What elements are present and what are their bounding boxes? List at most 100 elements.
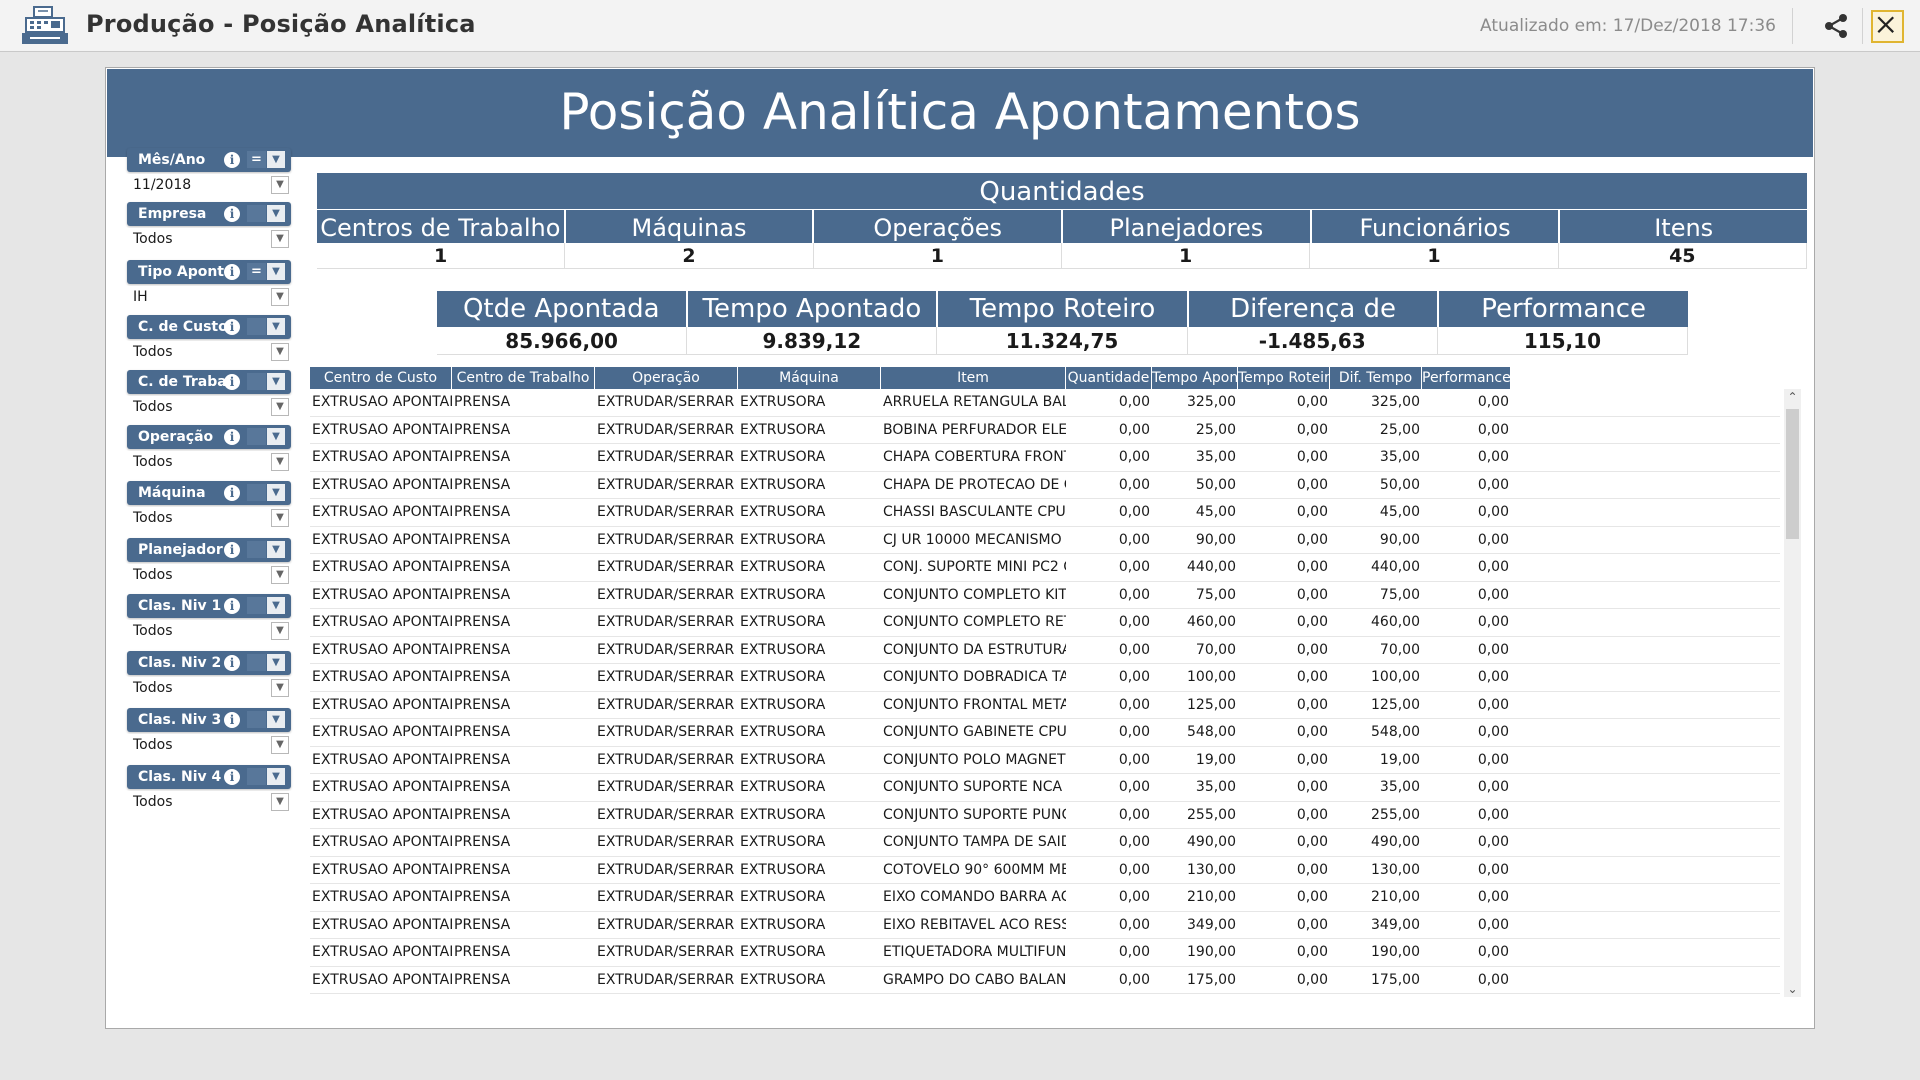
table-row[interactable]: EXTRUSAO APONTAMENTPRENSAEXTRUDAR/SERRAR…: [310, 939, 1780, 967]
table-row[interactable]: EXTRUSAO APONTAMENTPRENSAEXTRUDAR/SERRAR…: [310, 664, 1780, 692]
chevron-down-icon[interactable]: ▼: [267, 318, 285, 335]
column-header-operacao[interactable]: Operação: [595, 367, 738, 389]
chevron-down-icon[interactable]: ▼: [271, 622, 289, 640]
close-button[interactable]: [1871, 10, 1904, 43]
filter-select[interactable]: Todos ▼: [127, 564, 291, 586]
table-row[interactable]: EXTRUSAO APONTAMENTPRENSAEXTRUDAR/SERRAR…: [310, 527, 1780, 554]
column-header-maquina[interactable]: Máquina: [738, 367, 881, 389]
filter-operator-button[interactable]: [247, 597, 266, 614]
info-icon[interactable]: i: [224, 712, 240, 728]
column-header-centro-de-custo[interactable]: Centro de Custo: [310, 367, 452, 389]
table-row[interactable]: EXTRUSAO APONTAMENTPRENSAEXTRUDAR/SERRAR…: [310, 472, 1780, 499]
chevron-down-icon[interactable]: ▼: [271, 453, 289, 471]
table-row[interactable]: EXTRUSAO APONTAMENTPRENSAEXTRUDAR/SERRAR…: [310, 499, 1780, 527]
column-header-tempo-apont[interactable]: Tempo Apont: [1152, 367, 1238, 389]
table-row[interactable]: EXTRUSAO APONTAMENTPRENSAEXTRUDAR/SERRAR…: [310, 829, 1780, 857]
info-icon[interactable]: i: [224, 319, 240, 335]
chevron-down-icon[interactable]: ▼: [271, 793, 289, 811]
chevron-down-icon[interactable]: ▼: [267, 541, 285, 558]
info-icon[interactable]: i: [224, 264, 240, 280]
filter-select[interactable]: Todos ▼: [127, 791, 291, 813]
table-row[interactable]: EXTRUSAO APONTAMENTPRENSAEXTRUDAR/SERRAR…: [310, 417, 1780, 444]
chevron-down-icon[interactable]: ▼: [271, 176, 289, 194]
filter-operator-button[interactable]: =: [247, 151, 266, 168]
filter-select[interactable]: Todos ▼: [127, 677, 291, 699]
table-row[interactable]: EXTRUSAO APONTAMENTPRENSAEXTRUDAR/SERRAR…: [310, 884, 1780, 912]
filter-select[interactable]: Todos ▼: [127, 228, 291, 250]
filter-operator-button[interactable]: [247, 768, 266, 785]
scrollbar-thumb[interactable]: [1786, 409, 1799, 539]
table-row[interactable]: EXTRUSAO APONTAMENTPRENSAEXTRUDAR/SERRAR…: [310, 802, 1780, 829]
chevron-down-icon[interactable]: ▼: [271, 509, 289, 527]
info-icon[interactable]: i: [224, 152, 240, 168]
chevron-down-icon[interactable]: ▼: [271, 566, 289, 584]
chevron-down-icon[interactable]: ▼: [267, 597, 285, 614]
chevron-down-icon[interactable]: ▼: [267, 263, 285, 280]
info-icon[interactable]: i: [224, 485, 240, 501]
info-icon[interactable]: i: [224, 374, 240, 390]
column-header-centro-de-trabalho[interactable]: Centro de Trabalho: [452, 367, 595, 389]
info-icon[interactable]: i: [224, 769, 240, 785]
chevron-down-icon[interactable]: ▼: [267, 654, 285, 671]
table-row[interactable]: EXTRUSAO APONTAMENTPRENSAEXTRUDAR/SERRAR…: [310, 609, 1780, 637]
column-header-quantidade[interactable]: Quantidade: [1066, 367, 1152, 389]
filter-select[interactable]: IH ▼: [127, 286, 291, 308]
chevron-down-icon[interactable]: ▼: [271, 230, 289, 248]
info-icon[interactable]: i: [224, 598, 240, 614]
column-header-tempo-roteiro[interactable]: Tempo Roteiro: [1238, 367, 1330, 389]
table-row[interactable]: EXTRUSAO APONTAMENTPRENSAEXTRUDAR/SERRAR…: [310, 444, 1780, 472]
table-row[interactable]: EXTRUSAO APONTAMENTPRENSAEXTRUDAR/SERRAR…: [310, 582, 1780, 609]
filter-operator-button[interactable]: =: [247, 263, 266, 280]
chevron-down-icon[interactable]: ▼: [267, 373, 285, 390]
chevron-down-icon[interactable]: ▼: [267, 768, 285, 785]
chevron-down-icon[interactable]: ▼: [267, 484, 285, 501]
table-row[interactable]: EXTRUSAO APONTAMENTPRENSAEXTRUDAR/SERRAR…: [310, 554, 1780, 582]
scroll-down-icon[interactable]: ⌄: [1784, 981, 1801, 997]
chevron-down-icon[interactable]: ▼: [267, 428, 285, 445]
filter-select[interactable]: Todos ▼: [127, 734, 291, 756]
column-header-dif-tempo[interactable]: Dif. Tempo: [1330, 367, 1422, 389]
filter-operator-button[interactable]: [247, 711, 266, 728]
filter-select[interactable]: Todos ▼: [127, 396, 291, 418]
table-row[interactable]: EXTRUSAO APONTAMENTPRENSAEXTRUDAR/SERRAR…: [310, 774, 1780, 802]
chevron-down-icon[interactable]: ▼: [267, 711, 285, 728]
chevron-down-icon[interactable]: ▼: [267, 205, 285, 222]
chevron-down-icon[interactable]: ▼: [271, 288, 289, 306]
chevron-down-icon[interactable]: ▼: [267, 151, 285, 168]
filter-operator-button[interactable]: [247, 484, 266, 501]
filter-select[interactable]: 11/2018 ▼: [127, 174, 291, 196]
scroll-up-icon[interactable]: ⌃: [1784, 389, 1801, 405]
filter-operator-button[interactable]: [247, 654, 266, 671]
table-row[interactable]: EXTRUSAO APONTAMENTPRENSAEXTRUDAR/SERRAR…: [310, 692, 1780, 719]
info-icon[interactable]: i: [224, 655, 240, 671]
filter-operator-button[interactable]: [247, 205, 266, 222]
chevron-down-icon[interactable]: ▼: [271, 398, 289, 416]
table-row[interactable]: EXTRUSAO APONTAMENTPRENSAEXTRUDAR/SERRAR…: [310, 994, 1780, 997]
chevron-down-icon[interactable]: ▼: [271, 736, 289, 754]
vertical-scrollbar[interactable]: ⌃ ⌄: [1784, 389, 1801, 997]
column-header-item[interactable]: Item: [881, 367, 1066, 389]
share-icon[interactable]: [1822, 12, 1850, 40]
filter-select[interactable]: Todos ▼: [127, 620, 291, 642]
chevron-down-icon[interactable]: ▼: [271, 343, 289, 361]
filter-operator-button[interactable]: [247, 318, 266, 335]
table-row[interactable]: EXTRUSAO APONTAMENTPRENSAEXTRUDAR/SERRAR…: [310, 389, 1780, 417]
filter-operator-button[interactable]: [247, 428, 266, 445]
table-row[interactable]: EXTRUSAO APONTAMENTPRENSAEXTRUDAR/SERRAR…: [310, 912, 1780, 939]
column-header-performance[interactable]: Performance: [1422, 367, 1511, 389]
table-row[interactable]: EXTRUSAO APONTAMENTPRENSAEXTRUDAR/SERRAR…: [310, 857, 1780, 884]
table-row[interactable]: EXTRUSAO APONTAMENTPRENSAEXTRUDAR/SERRAR…: [310, 719, 1780, 747]
info-icon[interactable]: i: [224, 429, 240, 445]
info-icon[interactable]: i: [224, 206, 240, 222]
filter-value: 11/2018: [133, 177, 192, 193]
table-row[interactable]: EXTRUSAO APONTAMENTPRENSAEXTRUDAR/SERRAR…: [310, 637, 1780, 664]
filter-select[interactable]: Todos ▼: [127, 507, 291, 529]
filter-select[interactable]: Todos ▼: [127, 451, 291, 473]
table-row[interactable]: EXTRUSAO APONTAMENTPRENSAEXTRUDAR/SERRAR…: [310, 967, 1780, 994]
chevron-down-icon[interactable]: ▼: [271, 679, 289, 697]
table-row[interactable]: EXTRUSAO APONTAMENTPRENSAEXTRUDAR/SERRAR…: [310, 747, 1780, 774]
filter-operator-button[interactable]: [247, 373, 266, 390]
filter-operator-button[interactable]: [247, 541, 266, 558]
info-icon[interactable]: i: [224, 542, 240, 558]
filter-select[interactable]: Todos ▼: [127, 341, 291, 363]
